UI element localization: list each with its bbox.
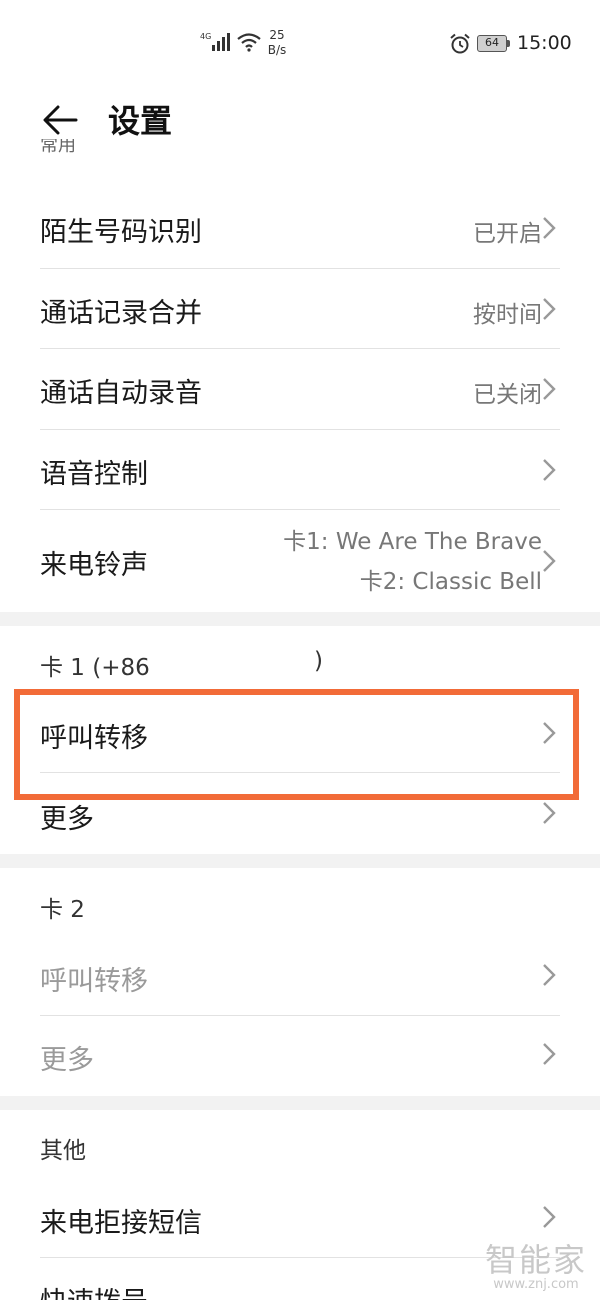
section-title-other: 其他 <box>40 1138 86 1164</box>
chevron-right-icon <box>543 378 556 400</box>
chevron-right-icon <box>543 1043 556 1065</box>
chevron-right-icon <box>543 802 556 824</box>
section-title-card1: 卡 1 (+86 <box>40 648 150 682</box>
signal-icon: 4G <box>200 32 230 51</box>
row-value: 按时间 <box>473 302 542 328</box>
section-separator <box>0 1096 600 1110</box>
list-item-call-log-merge[interactable]: 通话记录合并 按时间 <box>0 269 600 349</box>
ringtone-card1: 卡1: We Are The Brave <box>283 529 542 555</box>
list-item-unknown-number[interactable]: 陌生号码识别 已开启 <box>0 188 600 268</box>
row-label: 来电铃声 <box>40 550 148 581</box>
row-label: 语音控制 <box>40 459 148 490</box>
ringtone-card2: 卡2: Classic Bell <box>359 569 542 595</box>
list-item-auto-record[interactable]: 通话自动录音 已关闭 <box>0 349 600 429</box>
card1-title-prefix: 卡 1 (+86 <box>40 655 150 681</box>
row-label: 呼叫转移 <box>40 966 148 997</box>
highlight-box <box>14 689 579 800</box>
network-speed-unit: B/s <box>267 43 287 57</box>
list-item-ringtone[interactable]: 来电铃声 卡1: We Are The Brave 卡2: Classic Be… <box>0 510 600 612</box>
row-label: 来电拒接短信 <box>40 1208 202 1239</box>
battery-tip <box>507 40 510 47</box>
chevron-right-icon <box>543 1206 556 1228</box>
chevron-right-icon <box>543 459 556 481</box>
row-label: 更多 <box>40 804 94 835</box>
network-speed-value: 25 <box>269 28 285 42</box>
watermark-main: 智能家 <box>485 1241 588 1279</box>
svg-text:4G: 4G <box>200 32 211 41</box>
alarm-icon <box>450 33 470 54</box>
status-bar: 4G 25 B/s 64 15:00 <box>0 0 600 90</box>
card1-title-suffix: ) <box>314 648 323 674</box>
section-title-clipped-text: 常用 <box>40 139 76 156</box>
list-item-card2-call-forwarding: 呼叫转移 <box>0 935 600 1015</box>
redaction-mask <box>152 646 317 680</box>
clock: 15:00 <box>517 32 572 54</box>
row-label: 陌生号码识别 <box>40 217 202 248</box>
wifi-icon <box>237 33 261 52</box>
row-label: 更多 <box>40 1045 94 1076</box>
chevron-right-icon <box>543 964 556 986</box>
row-label: 通话自动录音 <box>40 378 202 409</box>
section-separator <box>0 612 600 626</box>
ringtone-values: 卡1: We Are The Brave 卡2: Classic Bell <box>283 522 542 602</box>
section-title-card2: 卡 2 <box>40 897 85 923</box>
section-separator <box>0 854 600 868</box>
watermark-url: www.znj.com <box>493 1277 579 1292</box>
battery-icon: 64 <box>477 35 507 52</box>
chevron-right-icon <box>543 298 556 320</box>
row-value: 已开启 <box>473 221 542 247</box>
list-item-voice-control[interactable]: 语音控制 <box>0 430 600 510</box>
section-title-clipped: 常用 <box>40 139 76 169</box>
row-label: 快速拨号 <box>40 1280 148 1300</box>
chevron-right-icon <box>543 550 556 572</box>
watermark-logo: 智能家 www.znj.com <box>485 1235 587 1292</box>
row-label: 通话记录合并 <box>40 298 202 329</box>
row-value: 已关闭 <box>473 382 542 408</box>
chevron-right-icon <box>543 217 556 239</box>
list-item-card2-more: 更多 <box>0 1016 600 1096</box>
back-arrow-icon[interactable] <box>40 100 80 140</box>
network-speed: 25 B/s <box>266 28 288 58</box>
page-title: 设置 <box>108 102 173 140</box>
